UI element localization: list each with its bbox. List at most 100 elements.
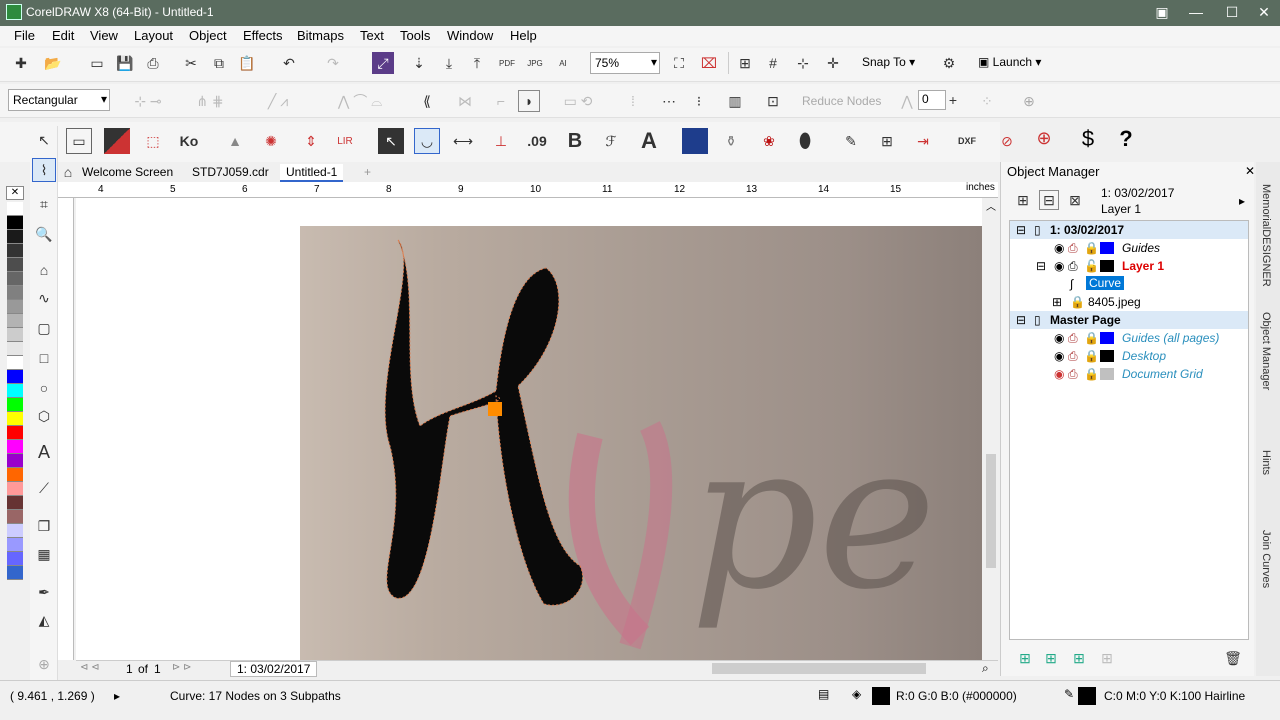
- layer-options-icon[interactable]: ⊞: [1013, 190, 1033, 210]
- menu-text[interactable]: Text: [360, 28, 384, 43]
- menu-edit[interactable]: Edit: [52, 28, 74, 43]
- printer-icon[interactable]: ⎙: [1068, 331, 1078, 346]
- print-icon[interactable]: ⎙: [142, 52, 164, 74]
- new-document-icon[interactable]: ✚: [10, 52, 32, 74]
- color-swatch[interactable]: [7, 244, 23, 258]
- color-swatch[interactable]: [7, 272, 23, 286]
- color-swatch[interactable]: [7, 440, 23, 454]
- tab-untitled-1[interactable]: Untitled-1: [280, 164, 344, 182]
- copy-icon[interactable]: ⧉: [208, 52, 230, 74]
- scroll-thumb[interactable]: [986, 454, 996, 568]
- pdf-icon[interactable]: PDF: [496, 52, 518, 74]
- reflect-nodes-icon[interactable]: ⁝: [688, 90, 710, 112]
- square-tool-icon[interactable]: □: [32, 346, 56, 370]
- height-icon[interactable]: ⊥: [488, 128, 514, 154]
- text-a-icon[interactable]: A: [636, 128, 662, 154]
- curve-smoothness-icon[interactable]: ⋀: [896, 90, 918, 112]
- menu-effects[interactable]: Effects: [243, 28, 283, 43]
- vase-icon[interactable]: ⚱: [718, 128, 744, 154]
- width-icon[interactable]: ⟷: [450, 128, 476, 154]
- text-tool-icon[interactable]: A: [32, 440, 56, 464]
- eye-icon[interactable]: ◉: [1054, 259, 1064, 273]
- color-icon[interactable]: [104, 128, 130, 154]
- zoom-tool-icon[interactable]: ⊕: [1030, 128, 1058, 156]
- folder-icon[interactable]: ▭: [86, 52, 108, 74]
- plus-icon[interactable]: +: [944, 90, 962, 110]
- next-page-icon[interactable]: ⊳ ⊳: [172, 662, 192, 673]
- pick-tool-icon[interactable]: ↖: [32, 128, 56, 152]
- oval-icon[interactable]: ⬮: [792, 128, 818, 154]
- help-icon[interactable]: ?: [1112, 126, 1140, 154]
- decimal-icon[interactable]: .09: [524, 128, 550, 154]
- zoom-level-combo[interactable]: 75% ▾: [590, 52, 660, 74]
- close-button[interactable]: ✕: [1254, 3, 1274, 23]
- color-swatch[interactable]: [7, 202, 23, 216]
- rulers-icon[interactable]: ⊞: [734, 52, 756, 74]
- color-swatch[interactable]: [7, 524, 23, 538]
- blue-fill-icon[interactable]: [682, 128, 708, 154]
- rectangle-tool-icon[interactable]: ▢: [32, 316, 56, 340]
- grid-icon[interactable]: #: [762, 52, 784, 74]
- printer-icon[interactable]: ⎙: [1068, 349, 1078, 364]
- ko-icon[interactable]: Ko: [176, 128, 202, 154]
- elastic-mode-icon[interactable]: ▥: [724, 90, 746, 112]
- menu-object[interactable]: Object: [189, 28, 227, 43]
- color-swatch[interactable]: [7, 370, 23, 384]
- artistic-media-icon[interactable]: ∿: [32, 286, 56, 310]
- eye-icon[interactable]: ◉: [1054, 331, 1064, 345]
- reduce-nodes-button[interactable]: Reduce Nodes: [802, 94, 881, 108]
- color-swatch[interactable]: [7, 412, 23, 426]
- new-master-layer-odd-icon[interactable]: ⊞: [1097, 648, 1117, 668]
- no-icon[interactable]: ⊘: [994, 128, 1020, 154]
- ai-icon[interactable]: AI: [552, 52, 574, 74]
- gear-icon[interactable]: ⚙: [938, 52, 960, 74]
- tree-row-layer1[interactable]: ⊟ ◉ ⎙ 🔓 Layer 1: [1010, 257, 1248, 275]
- import-icon[interactable]: ⇣: [408, 52, 430, 74]
- status-arrow-icon[interactable]: ▸: [114, 689, 120, 703]
- cut-icon[interactable]: ✂: [180, 52, 202, 74]
- lock-icon[interactable]: 🔒: [1084, 331, 1099, 345]
- fill-bucket-icon[interactable]: ◈: [852, 687, 861, 701]
- drop-shadow-icon[interactable]: ❐: [32, 514, 56, 538]
- close-docker-icon[interactable]: ✕: [1245, 164, 1255, 178]
- eye-icon[interactable]: ◉: [1054, 241, 1064, 255]
- undo-icon[interactable]: ↶: [274, 52, 304, 74]
- launch-dropdown[interactable]: ▣ Launch ▾: [978, 55, 1041, 69]
- expand-arrow-icon[interactable]: ▸: [1239, 194, 1245, 208]
- menu-help[interactable]: Help: [510, 28, 537, 43]
- color-proof-icon[interactable]: ▤: [818, 687, 829, 701]
- color-swatch[interactable]: [7, 314, 23, 328]
- lock-icon[interactable]: 🔒: [1084, 349, 1099, 363]
- color-swatch[interactable]: [7, 496, 23, 510]
- fill-swatch[interactable]: [872, 687, 890, 705]
- extract-subpath-icon[interactable]: ▭ ⟲: [556, 90, 600, 112]
- shape-tool-icon[interactable]: ◡: [414, 128, 440, 154]
- pointer-node-icon[interactable]: ↖: [378, 128, 404, 154]
- tree-row-page1[interactable]: ⊟ ▯ 1: 03/02/2017: [1010, 221, 1248, 239]
- tab-welcome-screen[interactable]: Welcome Screen: [76, 164, 179, 182]
- bold-icon[interactable]: B: [562, 128, 588, 154]
- color-swatch[interactable]: [7, 398, 23, 412]
- reverse-direction-icon[interactable]: ⟪: [416, 90, 438, 112]
- new-tab-plus-icon[interactable]: +: [358, 164, 377, 182]
- expand-icon[interactable]: ⊞: [1052, 295, 1062, 309]
- color-swatch[interactable]: [7, 566, 23, 580]
- align-nodes-icon[interactable]: ⋯: [658, 90, 680, 112]
- color-swatch[interactable]: [7, 482, 23, 496]
- crop-tool-icon[interactable]: ⌗: [32, 192, 56, 216]
- color-swatch[interactable]: [7, 426, 23, 440]
- collapse-icon[interactable]: ⊟: [1016, 223, 1026, 237]
- join-nodes-icon[interactable]: ⋔ ⋕: [188, 90, 232, 112]
- add-node-icon[interactable]: ⊹ ⊸: [126, 90, 170, 112]
- export-node-icon[interactable]: ⇥: [910, 128, 936, 154]
- add-page-icon[interactable]: ⊞: [874, 128, 900, 154]
- dimension-icon[interactable]: ⇕: [298, 128, 324, 154]
- tab-memorialdesigner[interactable]: MemorialDESIGNER: [1260, 184, 1272, 287]
- zoom-glass-icon[interactable]: ⌕: [982, 661, 989, 676]
- minimize-button[interactable]: —: [1186, 3, 1206, 23]
- eyedropper-icon[interactable]: ✒: [32, 580, 56, 604]
- menu-window[interactable]: Window: [447, 28, 493, 43]
- font-icon[interactable]: ℱ: [598, 128, 624, 154]
- rectangle-icon[interactable]: ▭: [66, 128, 92, 154]
- color-swatch[interactable]: [7, 342, 23, 356]
